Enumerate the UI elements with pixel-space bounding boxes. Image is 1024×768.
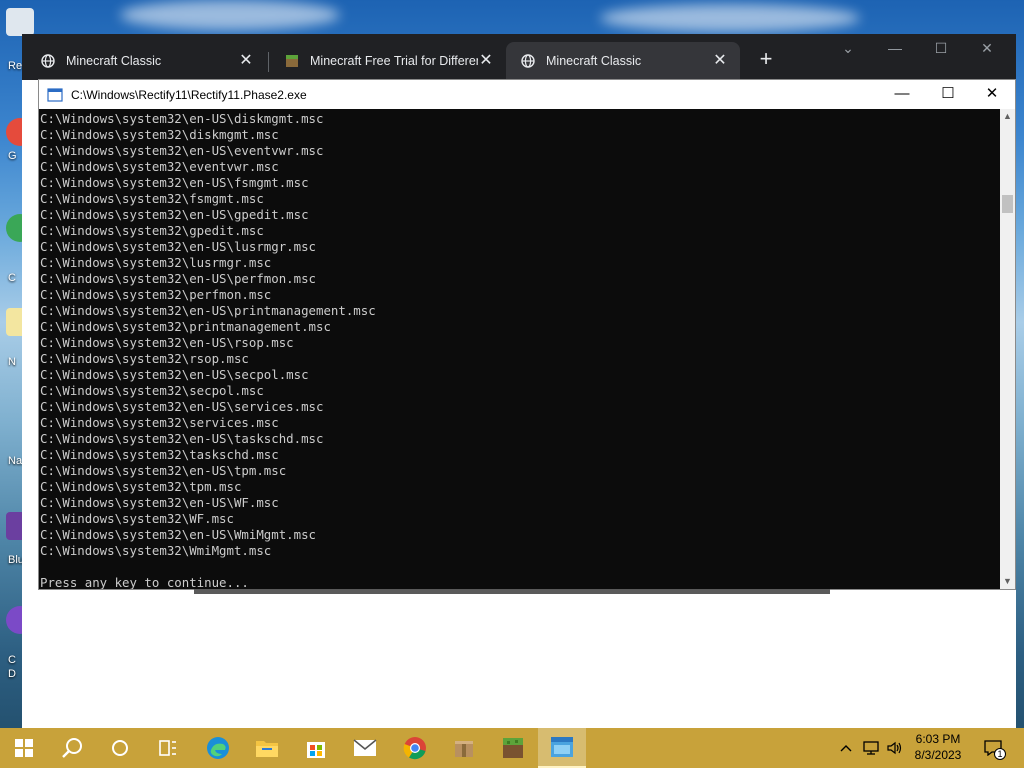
rectify-icon[interactable] (538, 728, 586, 768)
console-line: C:\Windows\system32\printmanagement.msc (40, 319, 331, 334)
console-output[interactable]: C:\Windows\system32\en-US\diskmgmt.msc C:… (39, 109, 1000, 589)
console-line: C:\Windows\system32\en-US\secpol.msc (40, 367, 309, 382)
minimize-icon[interactable]: — (872, 36, 918, 64)
console-horizontal-scrollbar[interactable] (194, 589, 830, 594)
globe-icon (520, 53, 536, 69)
search-icon[interactable] (48, 728, 96, 768)
clock-time: 6:03 PM (915, 732, 961, 746)
desktop-icon-label: Re (8, 60, 23, 72)
start-icon[interactable] (0, 728, 48, 768)
close-window-icon[interactable]: ✕ (964, 36, 1010, 64)
task-view-icon[interactable] (144, 728, 192, 768)
notification-badge: 1 (994, 748, 1006, 760)
console-line: C:\Windows\system32\en-US\rsop.msc (40, 335, 294, 350)
console-minimize-icon[interactable]: — (879, 80, 925, 109)
close-tab-icon[interactable]: ✕ (712, 53, 728, 69)
tab-minecraft-classic-1[interactable]: Minecraft Classic ✕ (26, 42, 266, 80)
console-line: C:\Windows\system32\en-US\lusrmgr.msc (40, 239, 317, 254)
console-line: C:\Windows\system32\rsop.msc (40, 351, 249, 366)
close-tab-icon[interactable]: ✕ (238, 53, 254, 69)
tab-title: Minecraft Classic (546, 54, 642, 68)
clock-date: 8/3/2023 (914, 748, 962, 762)
recycle-bin-icon[interactable] (6, 8, 34, 36)
console-line: C:\Windows\system32\diskmgmt.msc (40, 127, 279, 142)
scrollbar-thumb[interactable] (1002, 195, 1013, 213)
desktop-icon-label: G (8, 150, 17, 162)
notifications-icon[interactable]: 1 (980, 728, 1006, 768)
taskbar-clock[interactable]: 6:03 PM 8/3/2023 (904, 731, 972, 763)
new-tab-button[interactable]: + (752, 46, 780, 74)
console-line: C:\Windows\system32\en-US\fsmgmt.msc (40, 175, 309, 190)
show-hidden-icons-icon[interactable] (836, 728, 856, 768)
volume-icon[interactable] (884, 728, 906, 768)
desktop-icon-label: C (8, 654, 16, 666)
console-line: C:\Windows\system32\WF.msc (40, 511, 234, 526)
console-scrollbar[interactable]: ▲ ▼ (1000, 109, 1015, 589)
scroll-down-icon[interactable]: ▼ (1000, 574, 1015, 589)
tab-title: Minecraft Classic (66, 54, 162, 68)
console-title: C:\Windows\Rectify11\Rectify11.Phase2.ex… (71, 87, 307, 102)
package-icon[interactable] (440, 728, 488, 768)
desktop-cloud (120, 0, 340, 30)
tab-minecraft-free-trial[interactable]: Minecraft Free Trial for Different ✕ (270, 42, 506, 80)
tab-separator (268, 52, 269, 72)
store-icon[interactable] (292, 728, 340, 768)
minecraft-block-icon (284, 53, 300, 69)
console-line: C:\Windows\system32\en-US\eventvwr.msc (40, 143, 324, 158)
cortana-icon[interactable] (96, 728, 144, 768)
tab-minecraft-classic-active[interactable]: Minecraft Classic ✕ (506, 42, 740, 80)
console-line: C:\Windows\system32\en-US\diskmgmt.msc (40, 111, 324, 126)
console-line: C:\Windows\system32\perfmon.msc (40, 287, 272, 302)
desktop-icon-label: D (8, 668, 16, 680)
maximize-icon[interactable]: ☐ (918, 36, 964, 64)
console-line: C:\Windows\system32\services.msc (40, 415, 279, 430)
console-line: C:\Windows\system32\tpm.msc (40, 479, 242, 494)
desktop-icon-label: C (8, 272, 16, 284)
console-line: C:\Windows\system32\gpedit.msc (40, 223, 264, 238)
console-line: C:\Windows\system32\en-US\WF.msc (40, 495, 279, 510)
globe-icon (40, 53, 56, 69)
desktop-icon-label: N (8, 356, 16, 368)
console-app-icon (47, 87, 63, 102)
console-maximize-icon[interactable]: ☐ (925, 80, 971, 109)
tab-strip: Minecraft Classic ✕ Minecraft Free Trial… (22, 34, 1016, 80)
console-line: C:\Windows\system32\en-US\taskschd.msc (40, 431, 324, 446)
edge-icon[interactable] (194, 728, 242, 768)
console-line: C:\Windows\system32\en-US\WmiMgmt.msc (40, 527, 317, 542)
close-tab-icon[interactable]: ✕ (478, 53, 494, 69)
console-line: C:\Windows\system32\taskschd.msc (40, 447, 279, 462)
console-line: C:\Windows\system32\WmiMgmt.msc (40, 543, 272, 558)
console-close-icon[interactable]: ✕ (969, 80, 1015, 109)
console-window: C:\Windows\Rectify11\Rectify11.Phase2.ex… (38, 79, 1016, 590)
scroll-up-icon[interactable]: ▲ (1000, 109, 1015, 124)
chrome-icon[interactable] (391, 728, 439, 768)
tab-search-icon[interactable]: ⌄ (825, 36, 871, 64)
desktop-cloud (600, 4, 860, 32)
console-line: C:\Windows\system32\en-US\tpm.msc (40, 463, 287, 478)
console-line: C:\Windows\system32\en-US\gpedit.msc (40, 207, 309, 222)
tab-title: Minecraft Free Trial for Different (310, 54, 478, 68)
console-prompt-line: Press any key to continue... (40, 575, 249, 589)
console-line: C:\Windows\system32\secpol.msc (40, 383, 264, 398)
console-line: C:\Windows\system32\en-US\printmanagemen… (40, 303, 376, 318)
console-line: C:\Windows\system32\fsmgmt.msc (40, 191, 264, 206)
file-explorer-icon[interactable] (243, 728, 291, 768)
mail-icon[interactable] (341, 728, 389, 768)
network-icon[interactable] (860, 728, 882, 768)
console-title-bar: C:\Windows\Rectify11\Rectify11.Phase2.ex… (39, 80, 1015, 109)
minecraft-icon[interactable] (489, 728, 537, 768)
console-line: C:\Windows\system32\en-US\services.msc (40, 399, 324, 414)
taskbar: 6:03 PM 8/3/2023 1 (0, 728, 1024, 768)
console-line: C:\Windows\system32\en-US\perfmon.msc (40, 271, 317, 286)
console-line: C:\Windows\system32\lusrmgr.msc (40, 255, 272, 270)
desktop-icon-label: Na (8, 455, 23, 467)
console-line: C:\Windows\system32\eventvwr.msc (40, 159, 279, 174)
